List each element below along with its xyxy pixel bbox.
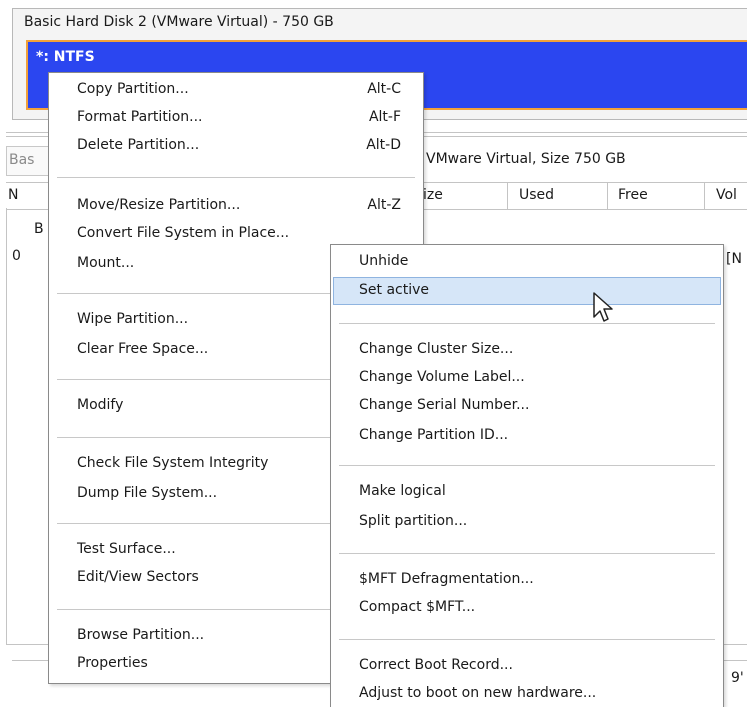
- table-row-value: 0: [12, 248, 21, 264]
- submenu-item-change-serial-number[interactable]: Change Serial Number...: [331, 393, 723, 419]
- col-header-name[interactable]: N: [8, 187, 18, 203]
- col-header-used[interactable]: Used: [519, 187, 554, 203]
- menu-item-delete-partition[interactable]: Delete Partition... Alt-D: [49, 133, 423, 159]
- menu-item-format-partition[interactable]: Format Partition... Alt-F: [49, 105, 423, 131]
- menu-separator: [57, 177, 415, 178]
- col-header-free[interactable]: Free: [618, 187, 648, 203]
- submenu-item-change-cluster-size[interactable]: Change Cluster Size...: [331, 337, 723, 363]
- menu-separator: [339, 465, 715, 466]
- modify-submenu: Unhide Set active Change Cluster Size...…: [330, 244, 724, 707]
- menu-item-move-resize-partition[interactable]: Move/Resize Partition... Alt-Z: [49, 193, 423, 219]
- submenu-item-correct-boot-record[interactable]: Correct Boot Record...: [331, 653, 723, 679]
- col-header-size[interactable]: ize: [423, 187, 443, 203]
- status-text: 9': [731, 670, 744, 686]
- mouse-pointer-icon: [592, 291, 614, 329]
- disk-summary: VMware Virtual, Size 750 GB: [426, 151, 626, 167]
- submenu-item-set-active[interactable]: Set active: [333, 277, 721, 305]
- menu-item-copy-partition[interactable]: Copy Partition... Alt-C: [49, 77, 423, 103]
- table-row-volume: [N: [726, 251, 742, 267]
- table-row-label: B: [34, 221, 44, 237]
- submenu-item-change-partition-id[interactable]: Change Partition ID...: [331, 423, 723, 449]
- disk-selector-text: Bas: [9, 152, 35, 168]
- menu-separator: [339, 553, 715, 554]
- submenu-item-compact-mft[interactable]: Compact $MFT...: [331, 595, 723, 621]
- col-header-volume[interactable]: Vol: [716, 187, 737, 203]
- menu-separator: [339, 639, 715, 640]
- disk-title: Basic Hard Disk 2 (VMware Virtual) - 750…: [24, 14, 334, 30]
- submenu-item-adjust-boot-hardware[interactable]: Adjust to boot on new hardware...: [331, 681, 723, 707]
- submenu-item-mft-defragmentation[interactable]: $MFT Defragmentation...: [331, 567, 723, 593]
- menu-separator: [339, 323, 715, 324]
- submenu-item-make-logical[interactable]: Make logical: [331, 479, 723, 505]
- partition-label: *: NTFS: [36, 49, 95, 65]
- submenu-item-split-partition[interactable]: Split partition...: [331, 509, 723, 535]
- submenu-item-change-volume-label[interactable]: Change Volume Label...: [331, 365, 723, 391]
- submenu-item-unhide[interactable]: Unhide: [331, 249, 723, 275]
